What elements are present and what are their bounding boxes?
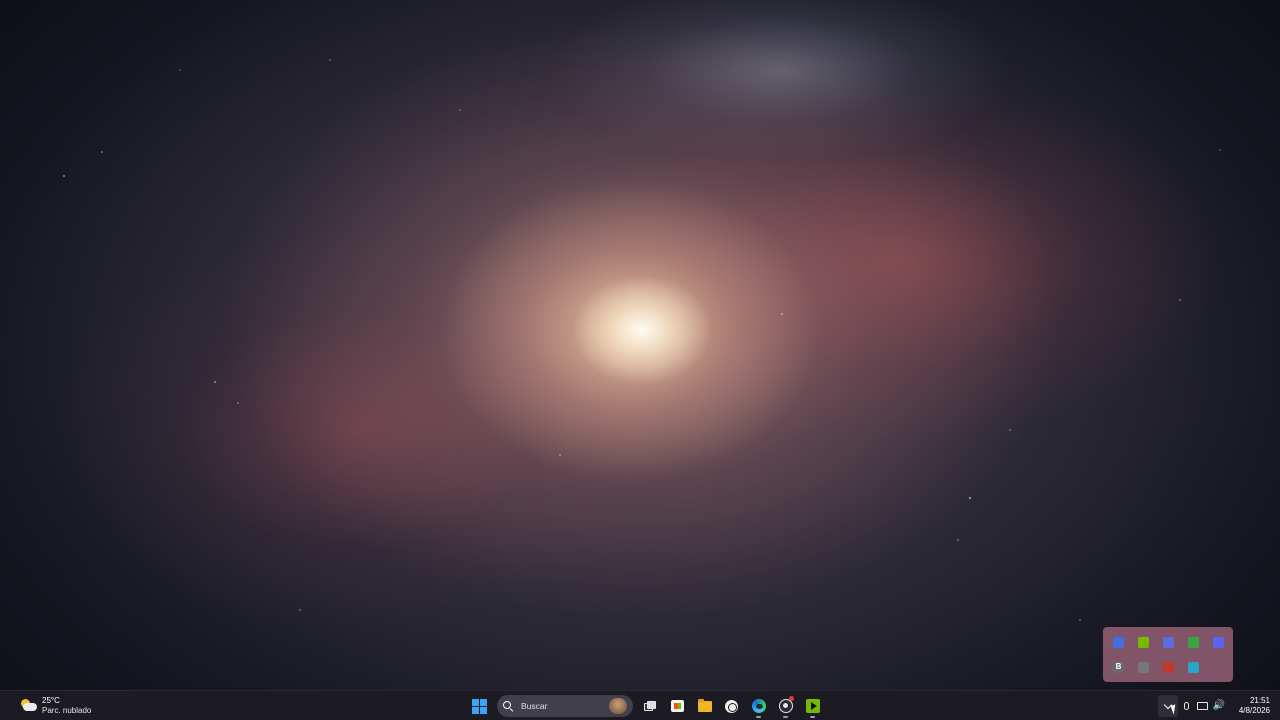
steam-button[interactable] bbox=[718, 693, 745, 719]
search-icon bbox=[503, 701, 514, 713]
discord-icon bbox=[1213, 636, 1224, 648]
task-view-icon bbox=[644, 700, 657, 712]
tray-overflow-item[interactable] bbox=[1156, 655, 1181, 679]
app-indigo-icon bbox=[1163, 636, 1174, 648]
app-cube-icon bbox=[1188, 661, 1199, 673]
tray-overflow-item[interactable] bbox=[1156, 630, 1181, 654]
tray-overflow-item[interactable] bbox=[1206, 630, 1231, 654]
running-indicator bbox=[810, 716, 815, 718]
nvidia-icon bbox=[1138, 636, 1149, 648]
recording-badge-icon bbox=[789, 696, 794, 701]
clock-date: 4/8/2026 bbox=[1238, 706, 1270, 715]
folder-icon bbox=[697, 698, 712, 712]
search-placeholder: Buscar bbox=[521, 701, 548, 711]
edge-icon bbox=[751, 699, 766, 713]
steam-icon bbox=[725, 699, 738, 713]
obs-button[interactable] bbox=[772, 693, 799, 719]
microsoft-store-button[interactable] bbox=[664, 693, 691, 719]
clock-button[interactable]: 21:51 4/8/2026 bbox=[1228, 695, 1272, 717]
task-view-button[interactable] bbox=[637, 693, 664, 719]
play-green-icon bbox=[1188, 636, 1199, 648]
running-indicator bbox=[783, 716, 788, 718]
weather-temperature: 25°C bbox=[42, 696, 60, 705]
tray-overflow-item[interactable]: B bbox=[1106, 655, 1131, 679]
tray-overflow-item[interactable] bbox=[1181, 655, 1206, 679]
clock-time: 21:51 bbox=[1249, 696, 1270, 705]
taskbar-search-box[interactable]: Buscar bbox=[497, 695, 633, 717]
tray-overflow-popup: B bbox=[1103, 627, 1233, 682]
microphone-icon bbox=[1183, 702, 1189, 710]
tray-overflow-item[interactable] bbox=[1181, 630, 1206, 654]
partly-cloudy-icon bbox=[20, 698, 38, 714]
running-indicator bbox=[756, 716, 761, 718]
desktop-wallpaper[interactable] bbox=[0, 0, 1280, 690]
screen: B 25°C Parc. nublado Buscar 🔊 21:51 4/8/… bbox=[0, 0, 1280, 720]
weather-condition: Parc. nublado bbox=[42, 706, 92, 715]
weather-widget[interactable]: 25°C Parc. nublado bbox=[20, 694, 91, 718]
taskbar: 25°C Parc. nublado Buscar 🔊 21:51 4/8/20… bbox=[0, 690, 1280, 720]
app-b-icon: B bbox=[1113, 661, 1124, 673]
start-button[interactable] bbox=[466, 693, 493, 719]
network-icon bbox=[1196, 702, 1208, 710]
tray-overflow-item[interactable] bbox=[1131, 655, 1156, 679]
network-volume-button[interactable]: 🔊 bbox=[1194, 695, 1228, 717]
taskbar-center-apps: Buscar bbox=[466, 693, 826, 719]
app-blue-icon bbox=[1113, 636, 1124, 648]
nvidia-app-button[interactable] bbox=[799, 693, 826, 719]
app-square-icon bbox=[1138, 661, 1149, 673]
obs-icon bbox=[778, 699, 793, 713]
app-colorwheel-icon bbox=[1163, 661, 1174, 673]
search-highlight-icon bbox=[609, 698, 627, 714]
store-icon bbox=[671, 700, 684, 712]
windows-logo-icon bbox=[472, 698, 487, 714]
edge-button[interactable] bbox=[745, 693, 772, 719]
tray-overflow-item[interactable] bbox=[1131, 630, 1156, 654]
file-explorer-button[interactable] bbox=[691, 693, 718, 719]
tray-overflow-item[interactable] bbox=[1106, 630, 1131, 654]
speaker-icon: 🔊 bbox=[1212, 700, 1226, 711]
play-icon bbox=[805, 699, 820, 713]
microphone-button[interactable] bbox=[1178, 695, 1194, 717]
